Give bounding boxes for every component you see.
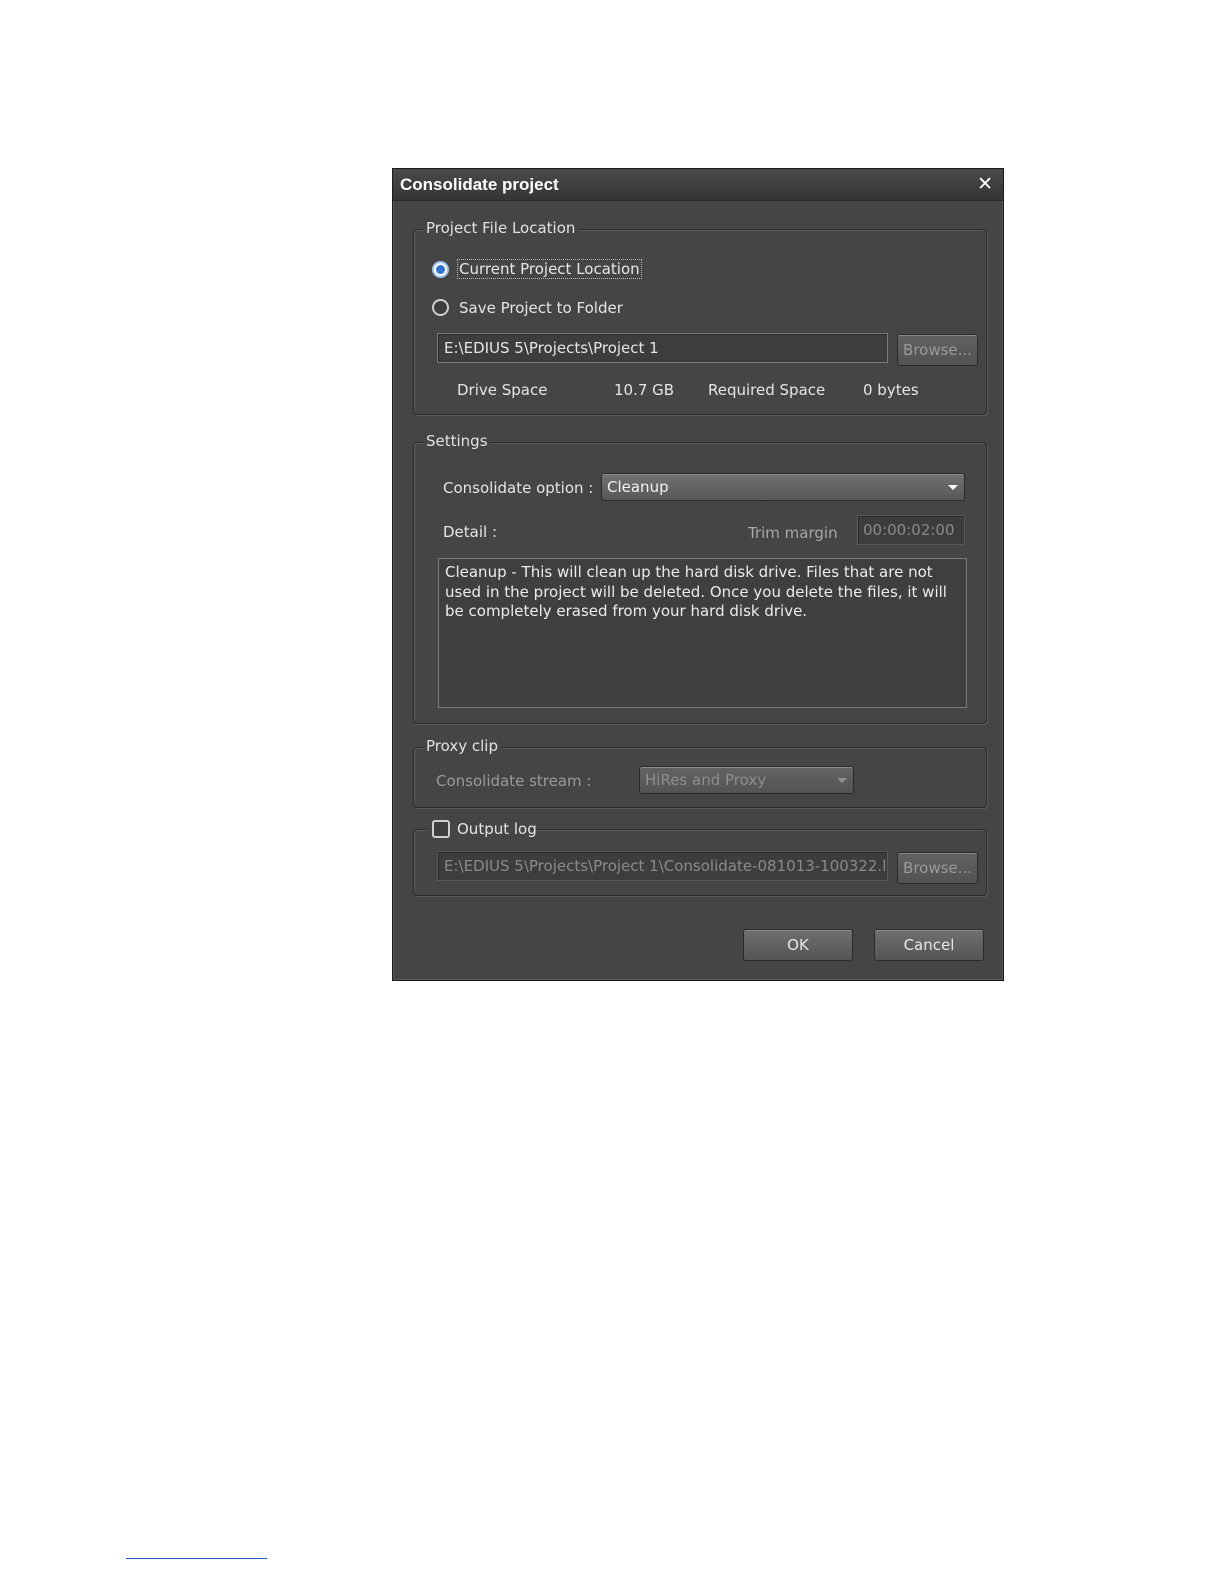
drive-space-value: 10.7 GB [614,381,675,399]
chevron-down-icon [948,485,958,490]
drive-space-label: Drive Space [457,381,548,399]
current-project-location-radio[interactable] [432,261,449,278]
consolidate-stream-dropdown[interactable]: HiRes and Proxy [639,766,854,794]
output-log-browse-button[interactable]: Browse... [897,852,978,884]
consolidate-project-dialog: Consolidate project ✕ Project File Locat… [392,168,1004,981]
consolidate-option-dropdown[interactable]: Cleanup [601,473,965,501]
output-log-path-field[interactable]: E:\EDIUS 5\Projects\Project 1\Consolidat… [437,851,888,881]
output-log-group: Output log E:\EDIUS 5\Projects\Project 1… [413,819,987,896]
project-folder-path-field[interactable]: E:\EDIUS 5\Projects\Project 1 [437,333,888,363]
consolidate-stream-value: HiRes and Proxy [645,771,767,789]
project-browse-button[interactable]: Browse... [897,334,978,366]
dialog-title: Consolidate project [400,175,559,194]
settings-legend: Settings [423,432,491,450]
proxy-clip-group: Proxy clip Consolidate stream : HiRes an… [413,737,987,808]
trim-margin-label: Trim margin [748,524,838,542]
detail-label: Detail : [443,523,498,541]
consolidate-option-value: Cleanup [607,478,669,496]
footnote-divider [126,1558,267,1559]
required-space-label: Required Space [708,381,826,399]
ok-button[interactable]: OK [743,929,853,961]
title-bar[interactable]: Consolidate project ✕ [393,169,1003,201]
consolidate-option-label: Consolidate option : [443,479,594,497]
proxy-clip-legend: Proxy clip [423,737,501,755]
detail-text-box: Cleanup - This will clean up the hard di… [438,558,967,708]
required-space-value: 0 bytes [863,381,919,399]
chevron-down-icon [837,778,847,783]
output-log-label[interactable]: Output log [457,820,537,838]
project-file-location-group: Project File Location Current Project Lo… [413,219,987,415]
current-project-location-label[interactable]: Current Project Location [457,259,642,279]
close-icon[interactable]: ✕ [977,173,993,195]
output-log-checkbox[interactable] [432,820,450,838]
project-file-location-legend: Project File Location [423,219,579,237]
cancel-button[interactable]: Cancel [874,929,984,961]
output-log-legend: Output log [427,819,537,841]
settings-group: Settings Consolidate option : Cleanup De… [413,432,987,724]
consolidate-stream-label: Consolidate stream : [436,772,592,790]
trim-margin-field[interactable]: 00:00:02:00 [857,515,965,545]
save-project-to-folder-radio[interactable] [432,299,449,316]
save-project-to-folder-label[interactable]: Save Project to Folder [459,299,623,317]
